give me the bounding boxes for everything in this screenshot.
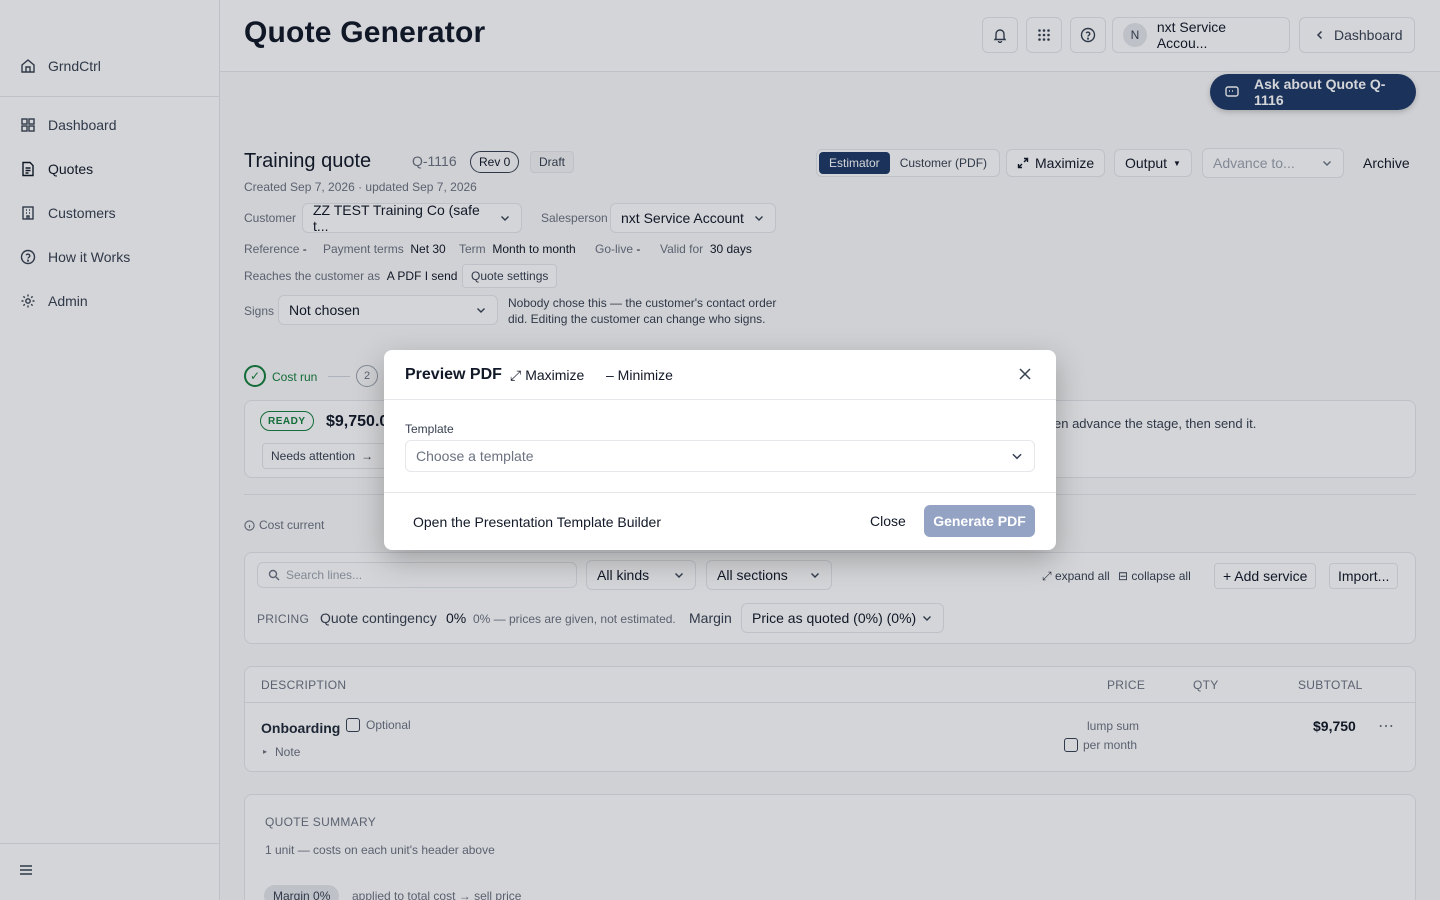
dialog-footer: Open the Presentation Template Builder C…	[384, 492, 1056, 550]
dialog-minimize-button[interactable]: – Minimize	[606, 367, 673, 383]
open-template-builder-link[interactable]: Open the Presentation Template Builder	[413, 514, 661, 530]
template-label: Template	[405, 422, 454, 436]
dialog-maximize-button[interactable]: ⤢ Maximize	[510, 367, 584, 384]
chevron-down-icon	[1010, 449, 1024, 463]
template-placeholder: Choose a template	[416, 448, 534, 464]
dialog-maximize-label: Maximize	[525, 367, 585, 383]
dialog-title: Preview PDF	[405, 366, 502, 383]
preview-pdf-dialog: Preview PDF ⤢ Maximize – Minimize Templa…	[384, 350, 1056, 550]
dialog-header: Preview PDF ⤢ Maximize – Minimize	[384, 350, 1056, 400]
close-icon[interactable]	[1018, 367, 1032, 381]
dialog-close-button[interactable]: Close	[870, 513, 906, 529]
template-select[interactable]: Choose a template	[405, 440, 1035, 472]
generate-pdf-button[interactable]: Generate PDF	[924, 505, 1035, 537]
expand-icon: ⤢	[510, 367, 522, 383]
